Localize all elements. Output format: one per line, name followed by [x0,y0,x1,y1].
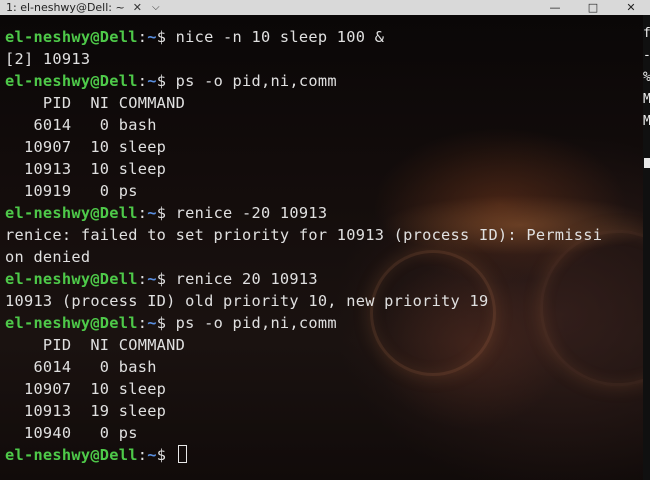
window-controls: — □ ✕ [536,0,650,15]
prompt-sep: : [137,446,148,464]
prompt-user: el-neshwy@Dell [5,446,138,464]
ps-row: 10919 0 ps [5,182,138,200]
adjacent-pane-text: - [643,45,650,67]
title-bar: 1: el-neshwy@Dell: ~ ✕ ⌵ — □ ✕ [0,0,650,15]
prompt-sep: : [137,28,148,46]
tab-close-icon[interactable]: ✕ [133,1,142,14]
prompt-symbol: $ [156,28,176,46]
prompt-path: ~ [147,446,157,464]
adjacent-pane-text: % [643,67,650,89]
text-cursor[interactable] [177,445,187,463]
terminal-output: el-neshwy@Dell:~$ nice -n 10 sleep 100 &… [5,26,602,466]
prompt-user: el-neshwy@Dell [5,204,138,222]
terminal-pane[interactable]: f - % M M el-neshwy@Dell:~$ nice -n 10 s… [0,15,650,480]
error-line: renice: failed to set priority for 10913… [5,226,603,244]
prompt-path: ~ [147,28,157,46]
prompt-line: el-neshwy@Dell:~$ renice -20 10913 [5,202,602,224]
prompt-line: el-neshwy@Dell:~$ ps -o pid,ni,comm [5,70,602,92]
prompt-path: ~ [147,314,157,332]
prompt-symbol: $ [156,270,176,288]
tab-dropdown-icon[interactable]: ⌵ [152,2,160,13]
active-prompt-line[interactable]: el-neshwy@Dell:~$ [5,444,602,466]
ps-header-line: PID NI COMMAND [5,336,186,354]
ps-header-line: PID NI COMMAND [5,94,186,112]
prompt-path: ~ [147,72,157,90]
prompt-sep: : [137,314,148,332]
command-text: ps -o pid,ni,comm [175,72,337,90]
terminal-tab[interactable]: 1: el-neshwy@Dell: ~ ✕ ⌵ [0,0,160,15]
adjacent-pane-text: M [643,92,650,107]
ps-row: 10913 10 sleep [5,160,167,178]
prompt-line: el-neshwy@Dell:~$ renice 20 10913 [5,268,602,290]
command-text: renice -20 10913 [175,204,328,222]
prompt-sep: : [137,204,148,222]
prompt-user: el-neshwy@Dell [5,28,138,46]
ps-row: 6014 0 bash [5,116,157,134]
ps-row: 10907 10 sleep [5,138,167,156]
maximize-button[interactable]: □ [574,0,612,15]
ps-row: 6014 0 bash [5,358,157,376]
prompt-path: ~ [147,270,157,288]
prompt-user: el-neshwy@Dell [5,270,138,288]
tab-title[interactable]: 1: el-neshwy@Dell: ~ [6,1,125,14]
command-text: nice -n 10 sleep 100 & [175,28,385,46]
prompt-symbol: $ [156,314,176,332]
adjacent-pane-text: f [643,26,650,41]
error-line: on denied [5,248,91,266]
prompt-user: el-neshwy@Dell [5,72,138,90]
prompt-sep: : [137,270,148,288]
prompt-line: el-neshwy@Dell:~$ nice -n 10 sleep 100 & [5,26,602,48]
minimize-button[interactable]: — [536,0,574,15]
prompt-user: el-neshwy@Dell [5,314,138,332]
ps-row: 10913 19 sleep [5,402,167,420]
prompt-line: el-neshwy@Dell:~$ ps -o pid,ni,comm [5,312,602,334]
prompt-symbol: $ [156,72,176,90]
close-button[interactable]: ✕ [612,0,650,15]
prompt-path: ~ [147,204,157,222]
adjacent-pane-text: M [643,114,650,129]
prompt-sep: : [137,72,148,90]
prompt-symbol: $ [156,204,176,222]
ps-row: 10940 0 ps [5,424,138,442]
output-line: 10913 (process ID) old priority 10, new … [5,292,489,310]
command-text: renice 20 10913 [175,270,318,288]
ps-row: 10907 10 sleep [5,380,167,398]
output-line: [2] 10913 [5,50,91,68]
pane-indicator [644,158,650,168]
prompt-symbol: $ [156,446,176,464]
command-text: ps -o pid,ni,comm [175,314,337,332]
